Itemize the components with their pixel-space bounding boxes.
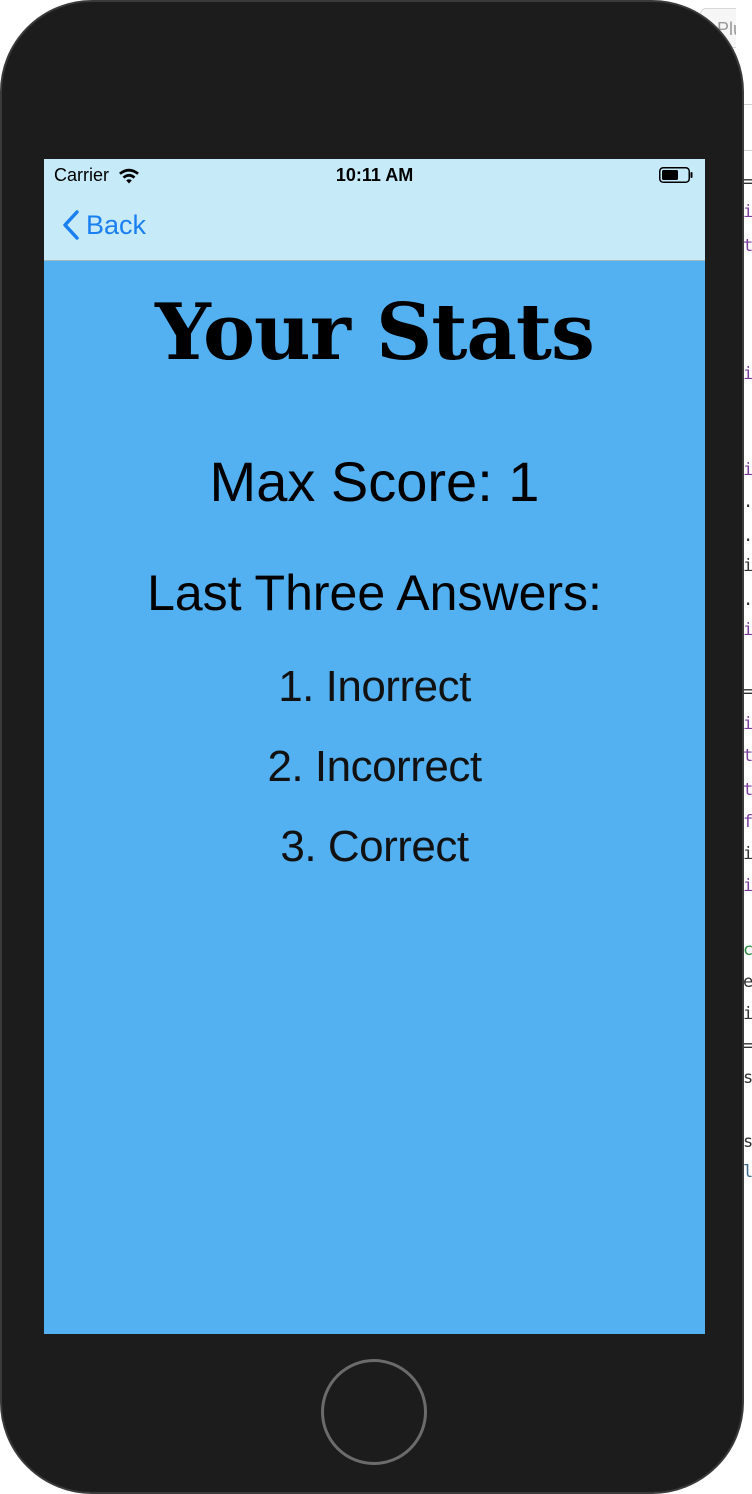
code-char: e — [743, 972, 752, 992]
code-char: i — [743, 876, 752, 896]
simulator-window: Plus =itii..i.i=ittfiicei=ssl Carrier 10… — [0, 0, 752, 1494]
code-char: i — [743, 556, 752, 576]
code-char: . — [743, 590, 752, 610]
code-char: i — [743, 202, 752, 222]
answer-item: 2. Incorrect — [267, 742, 482, 791]
iphone-frame: Carrier 10:11 AM Back Your Stats Max Sco… — [0, 0, 744, 1494]
code-char: t — [743, 780, 752, 800]
status-time: 10:11 AM — [335, 165, 414, 185]
battery-icon — [659, 167, 693, 183]
code-char: s — [743, 1068, 752, 1088]
code-char: s — [743, 1132, 752, 1152]
code-char: i — [743, 620, 752, 640]
answers-list: 1. Inorrect 2. Incorrect 3. Correct — [44, 659, 705, 899]
last-three-heading: Last Three Answers: — [147, 565, 602, 621]
code-char: l — [743, 1162, 752, 1182]
max-score-label: Max Score: 1 — [209, 450, 540, 513]
code-char: = — [743, 172, 752, 192]
code-char: t — [743, 236, 752, 256]
code-char: = — [743, 1036, 752, 1056]
back-button[interactable]: Back — [62, 207, 146, 243]
code-char: i — [743, 844, 752, 864]
answer-item: 3. Correct — [280, 822, 469, 871]
code-char: c — [743, 940, 752, 960]
code-char: i — [743, 1004, 752, 1024]
code-char: t — [743, 746, 752, 766]
back-label: Back — [86, 209, 147, 240]
home-button[interactable] — [321, 1359, 427, 1465]
navigation-bar: Carrier 10:11 AM Back — [44, 159, 705, 261]
code-char: i — [743, 460, 752, 480]
code-char: . — [743, 526, 752, 546]
answer-item: 1. Inorrect — [278, 662, 471, 711]
code-char: . — [743, 492, 752, 512]
code-char: = — [743, 682, 752, 702]
chevron-left-icon — [63, 210, 79, 240]
code-char: i — [743, 714, 752, 734]
page-title: Your Stats — [155, 287, 595, 378]
code-char: f — [743, 812, 752, 832]
code-char: i — [743, 364, 752, 384]
app-screen: Carrier 10:11 AM Back Your Stats Max Sco… — [44, 159, 705, 1334]
